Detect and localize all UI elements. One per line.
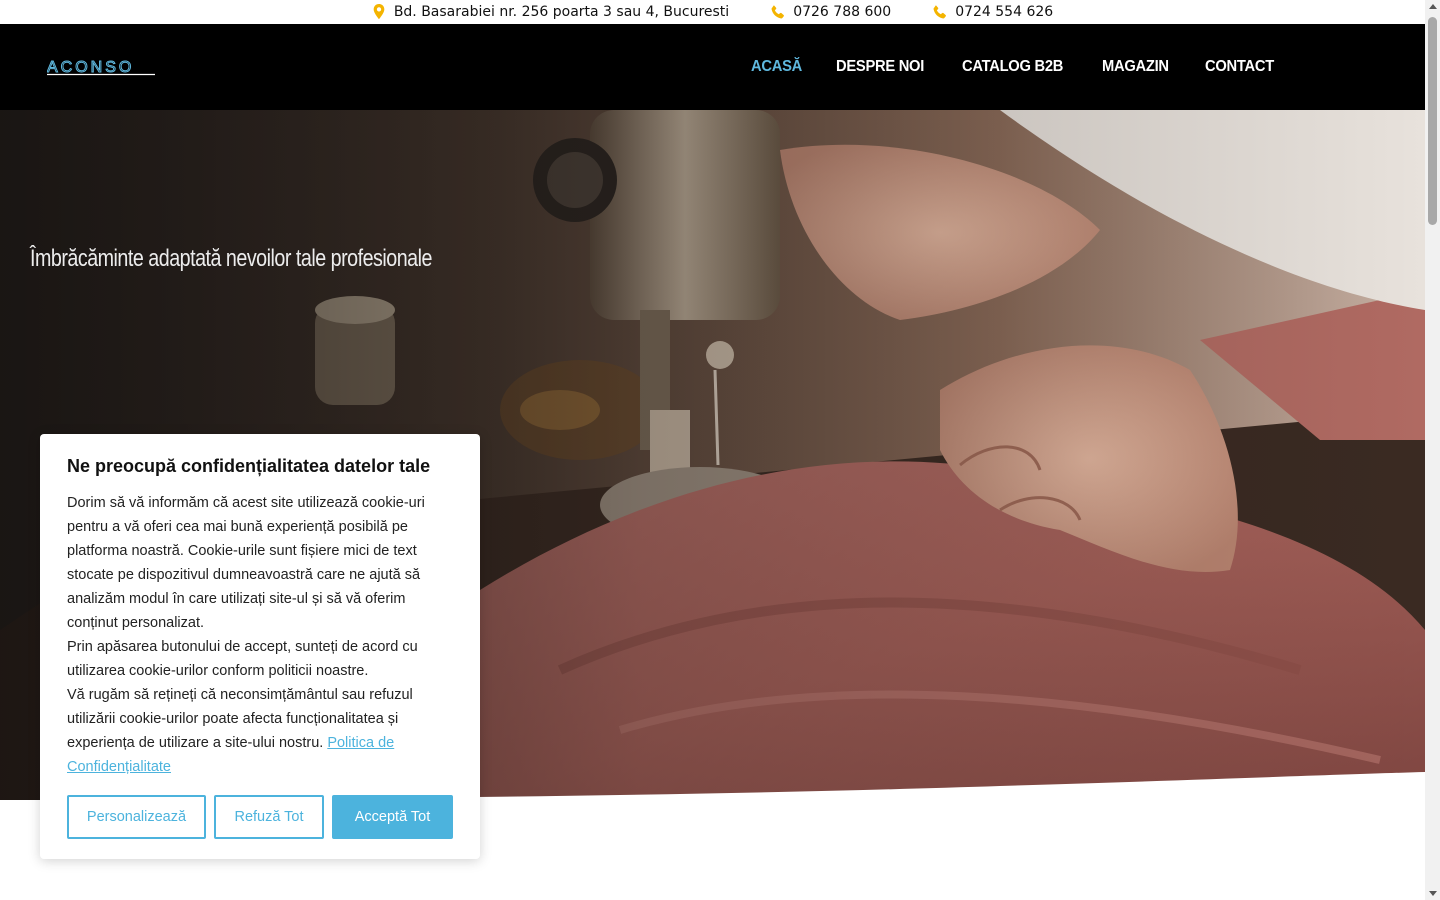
- phone-icon: [933, 5, 947, 19]
- reject-all-button[interactable]: Refuză Tot: [214, 795, 324, 839]
- main-nav: ACASĂ DESPRE NOI CATALOG B2B MAGAZIN CON…: [751, 24, 1280, 110]
- cookie-title: Ne preocupă confidențialitatea datelor t…: [67, 456, 431, 476]
- svg-text:ACONSO: ACONSO: [47, 59, 134, 76]
- phone-text-2: 0724 554 626: [955, 4, 1054, 20]
- scrollbar-thumb[interactable]: [1428, 17, 1437, 225]
- cookie-consent-dialog: Ne preocupă confidențialitatea datelor t…: [40, 434, 480, 859]
- phone-text-1: 0726 788 600: [793, 4, 892, 20]
- address-text: Bd. Basarabiei nr. 256 poarta 3 sau 4, B…: [393, 4, 730, 20]
- hero-tagline: Îmbrăcăminte adaptată nevoilor tale prof…: [30, 245, 432, 272]
- nav-item-catalog-b2b[interactable]: CATALOG B2B: [962, 58, 1063, 76]
- cookie-paragraph-2: Prin apăsarea butonului de accept, sunte…: [67, 639, 418, 679]
- nav-item-despre-noi[interactable]: DESPRE NOI: [836, 58, 924, 76]
- cookie-paragraph-1: Dorim să vă informăm că acest site utili…: [67, 495, 425, 631]
- nav-item-magazin[interactable]: MAGAZIN: [1102, 58, 1169, 76]
- phone-item-1[interactable]: 0726 788 600: [771, 4, 891, 20]
- address-item[interactable]: Bd. Basarabiei nr. 256 poarta 3 sau 4, B…: [372, 4, 729, 20]
- nav-item-acasa[interactable]: ACASĂ: [751, 58, 802, 76]
- aconso-logo[interactable]: ACONSO: [47, 58, 157, 76]
- site-header: ACONSO ACASĂ DESPRE NOI CATALOG B2B MAGA…: [0, 24, 1425, 110]
- customize-button[interactable]: Personalizează: [67, 795, 206, 839]
- nav-item-contact[interactable]: CONTACT: [1205, 58, 1274, 76]
- top-info-bar: Bd. Basarabiei nr. 256 poarta 3 sau 4, B…: [0, 0, 1425, 24]
- phone-item-2[interactable]: 0724 554 626: [933, 4, 1053, 20]
- cookie-buttons: Personalizează Refuză Tot Acceptă Tot: [67, 795, 453, 839]
- scroll-up-arrow-icon[interactable]: [1429, 4, 1437, 9]
- location-pin-icon: [373, 4, 385, 20]
- page-scrollbar[interactable]: [1425, 0, 1440, 900]
- accept-all-button[interactable]: Acceptă Tot: [332, 795, 453, 839]
- scroll-down-arrow-icon[interactable]: [1429, 891, 1437, 896]
- cookie-paragraph-3: Vă rugăm să rețineți că neconsimțământul…: [67, 683, 453, 779]
- phone-icon: [771, 5, 785, 19]
